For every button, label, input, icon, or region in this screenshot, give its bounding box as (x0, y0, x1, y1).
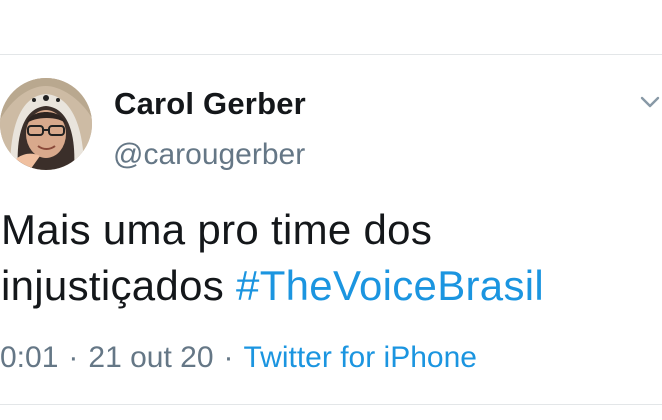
tweet-meta: 0:01 · 21 out 20 · Twitter for iPhone (0, 340, 477, 376)
avatar-image (0, 78, 92, 170)
tweet-date[interactable]: 21 out 20 (88, 341, 213, 375)
tweet-text-line-1: Mais uma pro time dos (1, 206, 433, 253)
chevron-down-icon[interactable] (638, 90, 662, 114)
bottom-divider (0, 404, 662, 405)
tweet-text-line-2: injustiçados #TheVoiceBrasil (1, 258, 662, 314)
tweet-card: Carol Gerber @carougerber Mais uma pro t… (0, 56, 662, 402)
tweet-text-line-2-prefix: injustiçados (1, 262, 237, 309)
tweet-screenshot: Carol Gerber @carougerber Mais uma pro t… (0, 0, 662, 420)
author-handle[interactable]: @carougerber (113, 138, 305, 172)
top-divider (0, 54, 662, 55)
hashtag-link[interactable]: #TheVoiceBrasil (236, 262, 544, 309)
avatar[interactable] (0, 78, 92, 170)
author-name[interactable]: Carol Gerber (114, 86, 306, 122)
meta-separator-1: · (68, 341, 79, 374)
meta-separator-2: · (223, 341, 234, 374)
tweet-time[interactable]: 0:01 (0, 341, 58, 375)
tweet-source-link[interactable]: Twitter for iPhone (244, 341, 477, 375)
tweet-text: Mais uma pro time dos injustiçados #TheV… (1, 202, 662, 314)
